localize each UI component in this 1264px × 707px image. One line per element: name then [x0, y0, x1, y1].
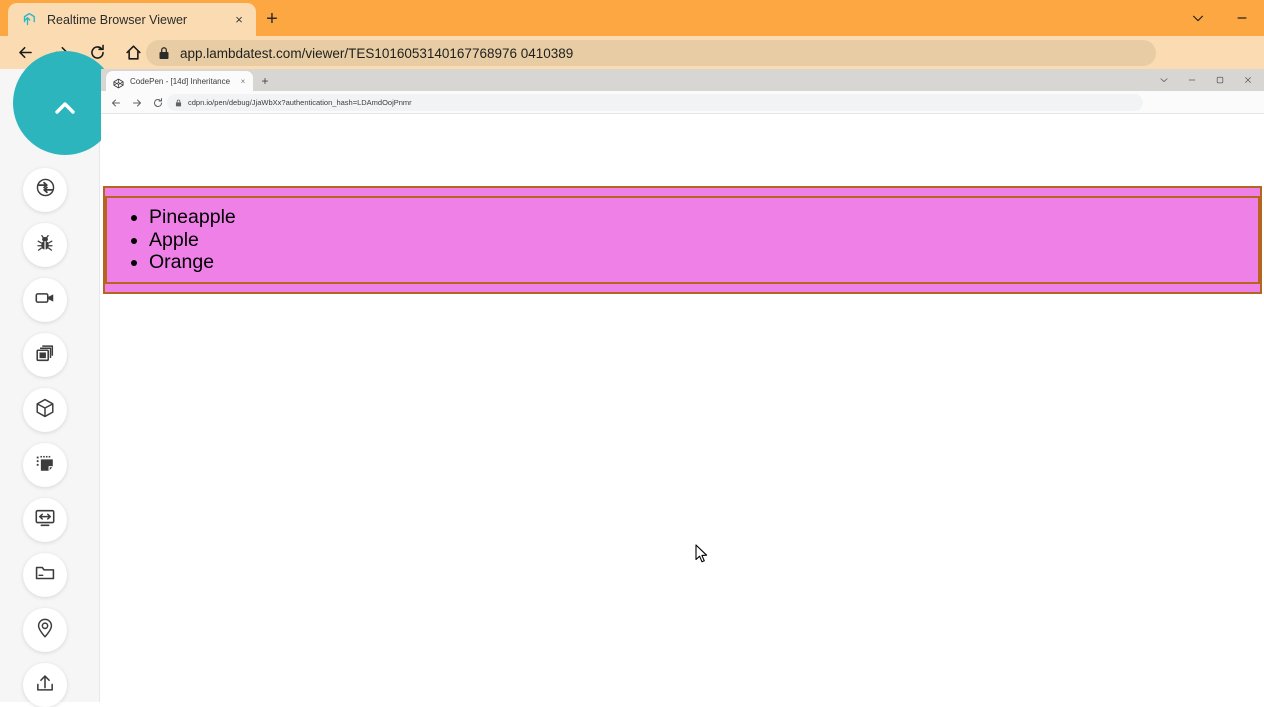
video-camera-icon [34, 287, 56, 314]
close-icon[interactable]: × [230, 11, 248, 29]
inner-tab-title: CodePen - [14d] Inheritance [130, 77, 237, 86]
outer-browser-tab[interactable]: Realtime Browser Viewer × [8, 3, 256, 36]
inner-url-text: cdpn.io/pen/debug/JjaWbXx?authentication… [188, 98, 412, 107]
sidebar-item-3d-view[interactable] [23, 388, 67, 432]
forward-button[interactable] [126, 91, 147, 114]
minimize-icon[interactable] [1220, 0, 1264, 36]
sidebar-item-notes[interactable] [23, 443, 67, 487]
close-icon[interactable]: × [237, 75, 249, 87]
list-item: Orange [149, 251, 1258, 274]
sidebar-item-screenshots[interactable] [23, 333, 67, 377]
inner-address-bar[interactable]: cdpn.io/pen/debug/JjaWbXx?authentication… [167, 94, 1143, 111]
list-item: Pineapple [149, 206, 1258, 229]
new-tab-button[interactable]: + [258, 6, 286, 32]
location-pin-icon [34, 617, 56, 644]
outer-window-controls [1176, 0, 1264, 36]
tools-sidebar [0, 69, 100, 702]
mouse-pointer [695, 544, 709, 564]
cube-icon [34, 397, 56, 424]
inner-window-controls [1150, 69, 1262, 91]
outer-browser-window: Realtime Browser Viewer × + [0, 0, 1264, 702]
monitor-resize-icon [34, 507, 56, 534]
inner-nav-buttons [105, 91, 168, 114]
sidebar-item-upload[interactable] [23, 663, 67, 707]
outer-toolbar: app.lambdatest.com/viewer/TES10160531401… [0, 36, 1264, 69]
chevron-down-icon[interactable] [1150, 69, 1178, 91]
lock-icon [175, 99, 182, 107]
lambdatest-logo-icon [20, 11, 38, 29]
sidebar-item-mark-as-bug[interactable] [23, 223, 67, 267]
images-stack-icon [34, 342, 56, 369]
sidebar-item-resolution[interactable] [23, 498, 67, 542]
lock-icon [158, 46, 170, 60]
inner-browser-tab[interactable]: CodePen - [14d] Inheritance × [106, 71, 253, 91]
notes-icon [34, 452, 56, 479]
upload-icon [34, 672, 56, 699]
folder-icon [34, 562, 56, 589]
list-item: Apple [149, 229, 1258, 252]
back-button[interactable] [105, 91, 126, 114]
codepen-logo-icon [113, 76, 124, 87]
bug-icon [34, 232, 56, 259]
outer-titlebar: Realtime Browser Viewer × + [0, 0, 1264, 36]
remote-page-viewport: Pineapple Apple Orange [101, 114, 1264, 702]
lambdatest-viewer-page: CodePen - [14d] Inheritance × + [0, 69, 1264, 702]
home-button[interactable] [118, 38, 148, 68]
close-icon[interactable] [1234, 69, 1262, 91]
switch-arrows-icon [34, 176, 57, 204]
sidebar-item-switch-browser[interactable] [23, 168, 67, 212]
inner-new-tab-button[interactable]: + [257, 73, 273, 89]
maximize-icon[interactable] [1206, 69, 1234, 91]
sidebar-item-files[interactable] [23, 553, 67, 597]
chevron-down-icon[interactable] [1176, 0, 1220, 36]
inner-titlebar: CodePen - [14d] Inheritance × + [101, 69, 1264, 91]
inner-toolbar: cdpn.io/pen/debug/JjaWbXx?authentication… [101, 91, 1264, 114]
reload-button[interactable] [147, 91, 168, 114]
fruit-container-box: Pineapple Apple Orange [103, 186, 1262, 294]
outer-address-bar[interactable]: app.lambdatest.com/viewer/TES10160531401… [146, 40, 1156, 66]
sidebar-item-geolocation[interactable] [23, 608, 67, 652]
remote-browser-window: CodePen - [14d] Inheritance × + [101, 69, 1264, 702]
fruit-list: Pineapple Apple Orange [105, 196, 1260, 284]
chevron-up-icon [50, 93, 80, 128]
sidebar-item-record-video[interactable] [23, 278, 67, 322]
outer-tab-title: Realtime Browser Viewer [47, 13, 230, 27]
outer-url-text: app.lambdatest.com/viewer/TES10160531401… [180, 46, 573, 61]
minimize-icon[interactable] [1178, 69, 1206, 91]
